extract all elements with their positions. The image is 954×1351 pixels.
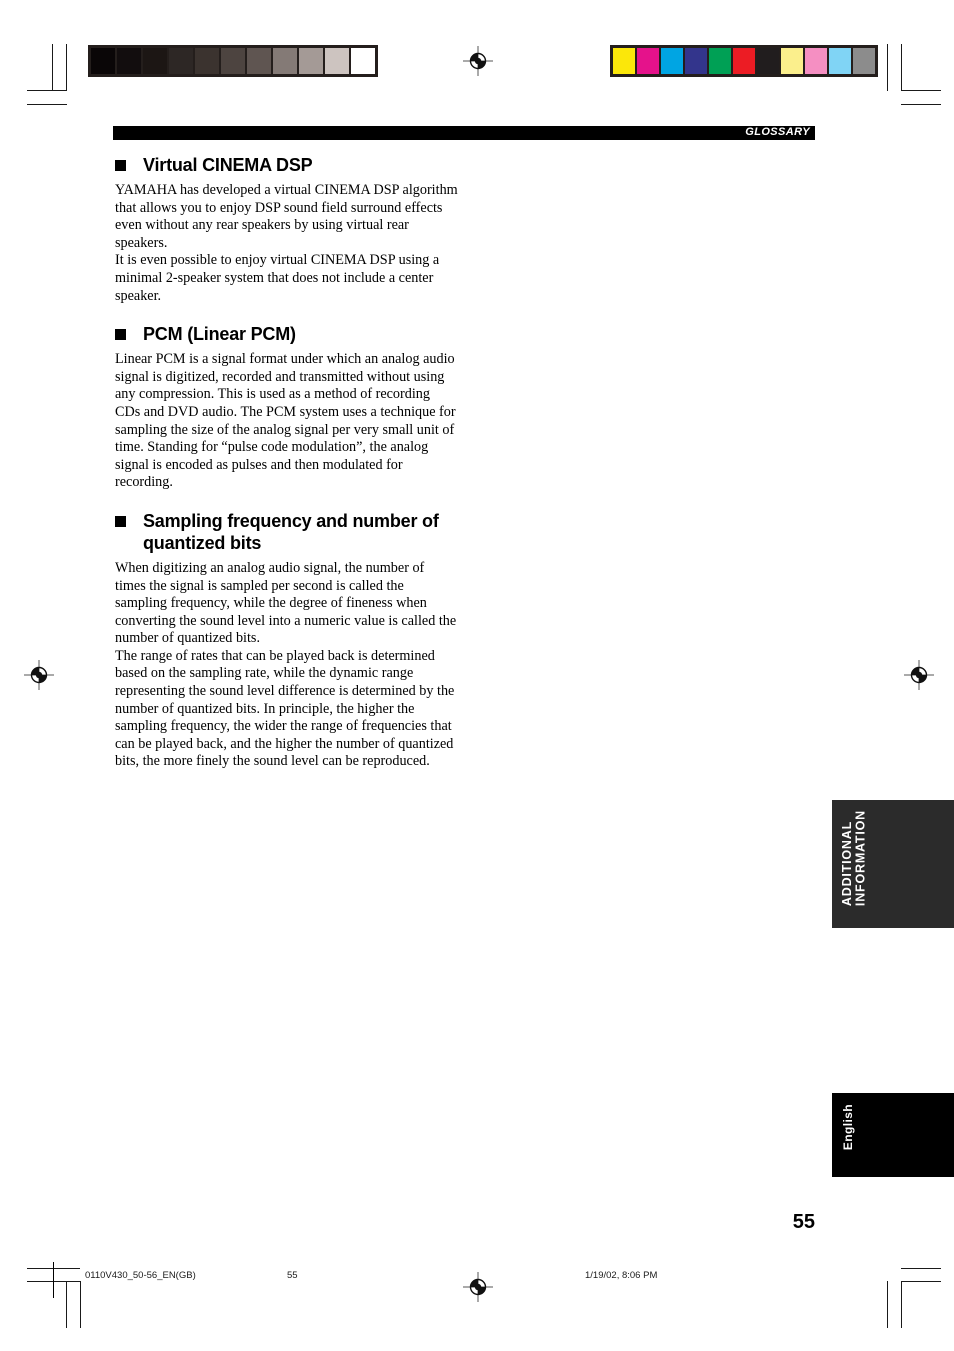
page-content-area: GLOSSARY Virtual CINEMA DSP YAMAHA has de… <box>113 126 815 773</box>
grayscale-patch-4 <box>195 48 219 74</box>
section-heading-text: Sampling frequency and number of quantiz… <box>143 510 439 553</box>
crop-mark-top-right-vertical-2 <box>901 44 902 91</box>
color-calibration-strip <box>610 45 878 77</box>
section-paragraph: The range of rates that can be played ba… <box>115 647 455 770</box>
body-text-column: Virtual CINEMA DSP YAMAHA has developed a… <box>113 154 458 771</box>
crop-mark-top-right-vertical <box>887 44 888 91</box>
grayscale-patch-8 <box>299 48 323 74</box>
crop-mark-top-right-horizontal-2 <box>901 104 941 105</box>
registration-target-icon-right <box>904 660 934 690</box>
filled-square-bullet-icon <box>115 329 126 341</box>
color-patch-7 <box>781 48 803 74</box>
color-patch-6 <box>757 48 779 74</box>
grayscale-patch-6 <box>247 48 271 74</box>
grayscale-patch-9 <box>325 48 349 74</box>
section-heading-text: Virtual CINEMA DSP <box>143 155 313 175</box>
crop-mark-bottom-right-vertical-2 <box>901 1281 902 1328</box>
color-patch-2 <box>661 48 683 74</box>
crop-mark-top-left-horizontal-2 <box>27 104 67 105</box>
filled-square-bullet-icon <box>115 515 126 527</box>
color-patch-9 <box>829 48 851 74</box>
registration-target-icon-left <box>24 660 54 690</box>
crop-mark-top-left-vertical <box>52 44 53 91</box>
section-paragraph: Linear PCM is a signal format under whic… <box>115 351 456 491</box>
registration-target-icon-top <box>463 46 493 76</box>
grayscale-patch-0 <box>91 48 115 74</box>
footer-divider-left <box>53 1262 54 1298</box>
grayscale-patch-1 <box>117 48 141 74</box>
section-paragraph: It is even possible to enjoy virtual CIN… <box>115 252 440 304</box>
glossary-section: Sampling frequency and number of quantiz… <box>113 510 458 771</box>
crop-mark-bottom-left-vertical-2 <box>80 1281 81 1328</box>
grayscale-patch-7 <box>273 48 297 74</box>
color-patch-3 <box>685 48 707 74</box>
side-tab-english[interactable]: English <box>832 1093 954 1177</box>
section-paragraph: When digitizing an analog audio signal, … <box>115 559 457 647</box>
footer-page-number: 55 <box>287 1270 298 1281</box>
grayscale-patch-10 <box>351 48 375 74</box>
crop-mark-top-right-horizontal <box>901 90 941 91</box>
color-patch-8 <box>805 48 827 74</box>
section-heading: Virtual CINEMA DSP <box>113 154 458 176</box>
page-number: 55 <box>792 1211 815 1233</box>
crop-mark-bottom-right-horizontal <box>901 1268 941 1269</box>
color-patch-0 <box>613 48 635 74</box>
side-tab-additional-information[interactable]: ADDITIONAL INFORMATION <box>832 800 954 928</box>
color-patch-10 <box>853 48 875 74</box>
color-patch-5 <box>733 48 755 74</box>
glossary-header-bar: GLOSSARY <box>113 126 815 140</box>
color-patch-4 <box>709 48 731 74</box>
page-title: GLOSSARY <box>745 126 810 138</box>
glossary-section: PCM (Linear PCM) Linear PCM is a signal f… <box>113 323 458 492</box>
crop-mark-bottom-right-horizontal-2 <box>901 1281 941 1282</box>
glossary-section: Virtual CINEMA DSP YAMAHA has developed a… <box>113 154 458 305</box>
footer-file-name: 0110V430_50-56_EN(GB) <box>85 1270 196 1281</box>
crop-mark-top-left-vertical-2 <box>66 44 67 91</box>
side-tab-label-additional-information: ADDITIONAL INFORMATION <box>840 810 868 907</box>
section-heading-text: PCM (Linear PCM) <box>143 324 296 345</box>
grayscale-patch-2 <box>143 48 167 74</box>
footer-timestamp: 1/19/02, 8:06 PM <box>585 1270 658 1281</box>
grayscale-patch-3 <box>169 48 193 74</box>
crop-mark-bottom-right-vertical <box>887 1281 888 1328</box>
crop-mark-top-left-horizontal <box>27 90 67 91</box>
color-patch-1 <box>637 48 659 74</box>
registration-target-icon-bottom <box>463 1272 493 1302</box>
side-tab-label-english: English <box>841 1104 855 1151</box>
section-heading: PCM (Linear PCM) <box>113 323 458 345</box>
grayscale-calibration-strip <box>88 45 378 77</box>
filled-square-bullet-icon <box>115 160 126 171</box>
section-paragraph: YAMAHA has developed a virtual CINEMA DS… <box>115 182 458 251</box>
grayscale-patch-5 <box>221 48 245 74</box>
crop-mark-bottom-left-vertical <box>66 1281 67 1328</box>
section-heading: Sampling frequency and number of quantiz… <box>113 510 458 554</box>
